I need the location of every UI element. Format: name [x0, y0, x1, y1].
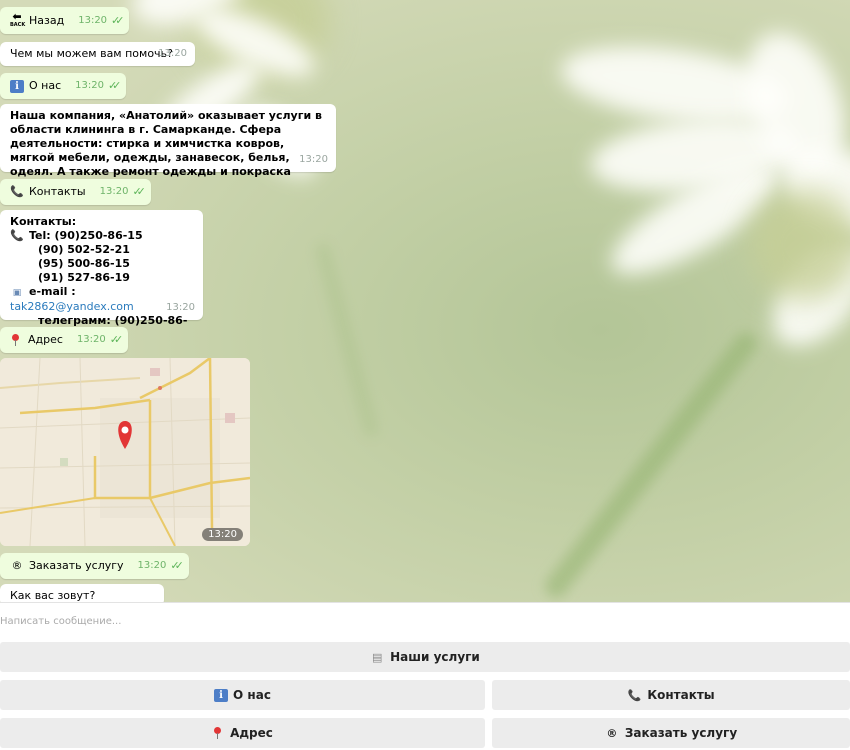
message-address: Адрес 13:20 ✓✓ [0, 327, 129, 353]
button-label: Наши услуги [390, 650, 480, 664]
message-time: 13:20 [158, 48, 187, 59]
message-time: 13:20 [76, 334, 106, 345]
message-help-question: Чем мы можем вам помочь? 13:20 [0, 42, 195, 66]
telegram-label: телеграмм: [38, 314, 111, 327]
message-time: 13:20 [75, 80, 104, 91]
email-link[interactable]: tak2862@yandex.com [10, 300, 134, 313]
location-map[interactable]: 13:20 [0, 358, 250, 546]
phone-icon: 📞 [10, 229, 24, 242]
message-text: Чем мы можем вам помочь? [10, 47, 173, 60]
read-ticks-icon: ✓✓ [107, 79, 122, 92]
read-ticks-icon: ✓✓ [170, 559, 184, 572]
message-contacts-text: Контакты: 📞 Tel: (90)250-86-15 (90) 502-5… [0, 210, 203, 341]
message-about: i О нас 13:20 ✓✓ [0, 73, 127, 99]
message-text: Адрес [28, 333, 63, 346]
email-label: e-mail : [29, 285, 76, 298]
map-image [0, 358, 250, 546]
contacts-title: Контакты: [10, 215, 77, 228]
button-label: Контакты [647, 688, 715, 702]
read-ticks-icon: ✓✓ [109, 333, 124, 346]
message-text: О нас [29, 79, 62, 92]
message-text: Назад [29, 13, 65, 27]
message-time: 13:20 [299, 154, 328, 165]
phone-number[interactable]: (90) 502-52-21 [10, 243, 193, 257]
registered-icon: ® [11, 559, 23, 572]
phone-number[interactable]: (90)250-86-15 [55, 229, 143, 242]
reply-keyboard: ▤ Наши услуги i О нас 📞 Контакты Адрес ®… [0, 638, 850, 750]
message-text: Заказать услугу [29, 559, 124, 572]
message-text: Как вас зовут? [10, 589, 96, 602]
message-input[interactable] [0, 611, 840, 631]
message-input-bar [0, 602, 850, 638]
id-card-icon: ▣ [12, 288, 22, 298]
message-time: 13:20 [137, 560, 167, 571]
registered-icon: ® [606, 726, 618, 740]
keyboard-button-order[interactable]: ® Заказать услугу [492, 718, 850, 748]
message-time: 13:20 [202, 528, 243, 541]
keyboard-button-our-services[interactable]: ▤ Наши услуги [0, 642, 850, 672]
message-back: ⬅ BACK Назад 13:20 ✓✓ [0, 7, 130, 34]
phone-number[interactable]: (91) 527-86-19 [10, 271, 193, 285]
phone-icon: 📞 [627, 688, 642, 702]
button-label: Адрес [230, 726, 273, 740]
scroll-icon: ▤ [371, 650, 383, 664]
pin-icon [10, 334, 22, 346]
message-time: 13:20 [78, 14, 108, 26]
keyboard-button-about[interactable]: i О нас [0, 680, 485, 710]
info-icon: i [10, 79, 24, 93]
message-time: 13:20 [99, 186, 129, 197]
keyboard-button-contacts[interactable]: 📞 Контакты [492, 680, 850, 710]
button-label: Заказать услугу [624, 726, 738, 740]
message-text: Контакты [29, 185, 86, 198]
chat-history[interactable]: ⬅ BACK Назад 13:20 ✓✓ Чем мы можем вам по… [0, 0, 850, 606]
read-ticks-icon: ✓✓ [132, 185, 146, 198]
tel-label: Tel: [29, 229, 51, 242]
pin-icon [212, 727, 224, 739]
button-label: О нас [233, 688, 271, 702]
info-icon: i [214, 688, 229, 702]
message-order: ® Заказать услугу 13:20 ✓✓ [0, 553, 189, 579]
phone-number[interactable]: (95) 500-86-15 [10, 257, 193, 271]
message-time: 13:20 [166, 302, 195, 313]
message-about-text: Наша компания, «Анатолий» оказывает услу… [0, 104, 336, 192]
keyboard-button-address[interactable]: Адрес [0, 718, 485, 748]
message-contacts: 📞 Контакты 13:20 ✓✓ [0, 179, 151, 205]
phone-icon: 📞 [10, 185, 24, 198]
back-icon: ⬅ BACK [10, 9, 26, 28]
read-ticks-icon: ✓✓ [111, 13, 125, 27]
